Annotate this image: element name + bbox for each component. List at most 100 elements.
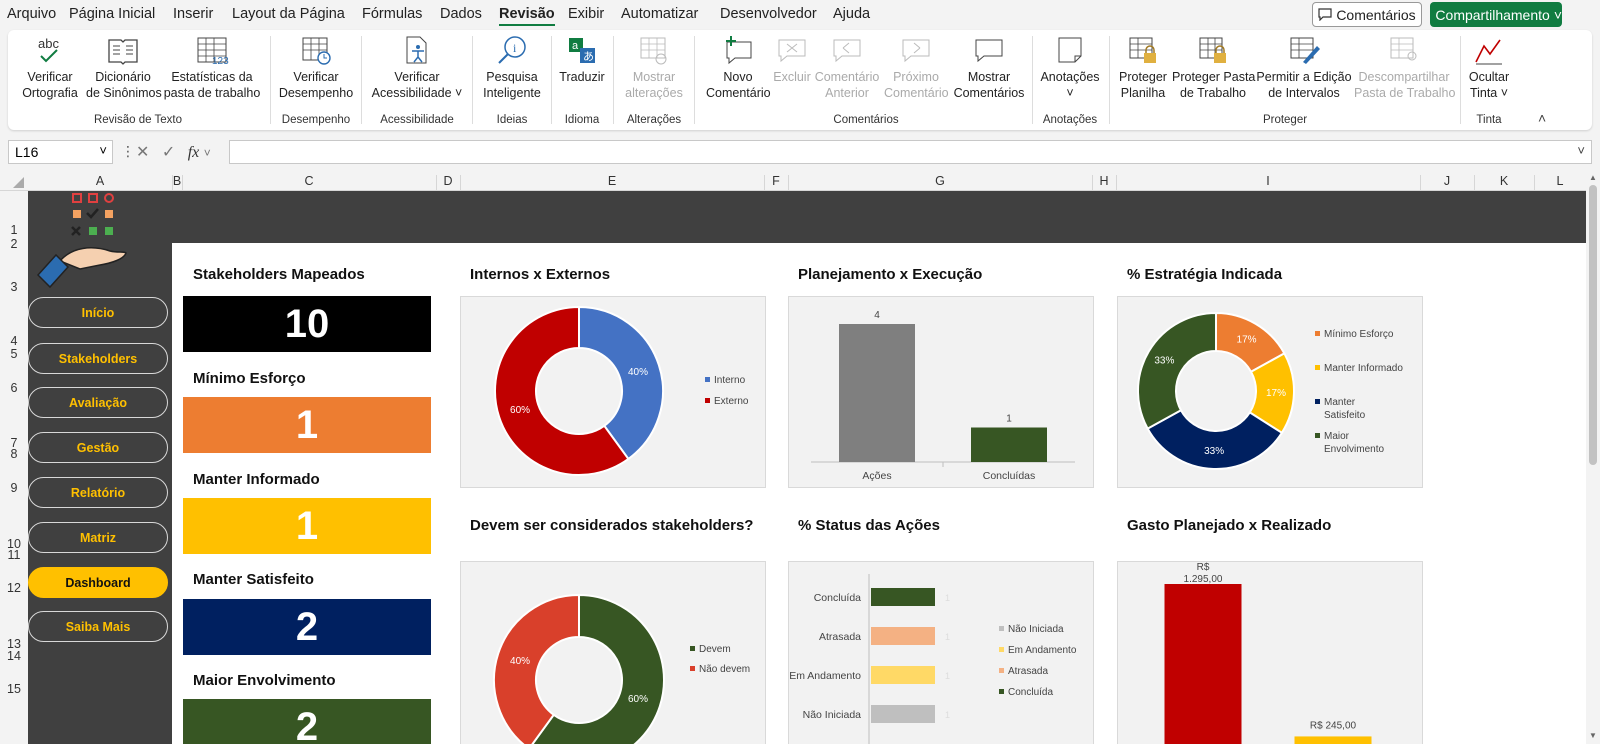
chart-gasto-planejado[interactable]: R$ 1.295,00 R$ 245,00 — [1117, 561, 1423, 744]
kpi-value: 1 — [183, 397, 431, 453]
kpi-value: 1 — [183, 498, 431, 554]
row-header[interactable]: 6 — [0, 381, 28, 395]
column-header[interactable]: F — [764, 174, 788, 188]
show-comments-button[interactable]: Mostrar Comentários — [952, 34, 1026, 101]
row-header[interactable]: 9 — [0, 481, 28, 495]
kpi-title: Manter Satisfeito — [193, 571, 314, 588]
column-header[interactable]: I — [1116, 174, 1420, 188]
accessibility-button[interactable]: Verificar Acessibilidade ˅ — [370, 34, 464, 101]
select-all-icon[interactable] — [0, 173, 28, 191]
comments-button[interactable]: Comentários — [1312, 2, 1422, 27]
menu-ajuda[interactable]: Ajuda — [833, 6, 870, 22]
chart-devem-considerados[interactable]: 60% 40% Devem Não devem — [460, 561, 766, 744]
menu-revisao[interactable]: Revisão — [499, 6, 555, 26]
share-label: Compartilhamento — [1435, 6, 1550, 23]
vertical-scrollbar[interactable]: ▲ ▼ — [1586, 173, 1600, 744]
data-label: 1 — [1006, 414, 1012, 425]
delete-comment-button[interactable]: Excluir — [772, 34, 812, 85]
insert-function-button[interactable]: fx — [188, 144, 200, 161]
row-header[interactable]: 2 — [0, 237, 28, 251]
collapse-ribbon-icon[interactable]: ˄ — [1538, 110, 1546, 126]
enter-icon[interactable]: ✓ — [162, 144, 175, 161]
column-header[interactable]: B — [172, 174, 182, 188]
svg-text:あ: あ — [583, 50, 594, 63]
protect-workbook-button[interactable]: Proteger Pasta de Trabalho — [1172, 34, 1255, 101]
column-header[interactable]: D — [436, 174, 460, 188]
row-header[interactable]: 4 — [0, 334, 28, 348]
previous-comment-button[interactable]: Comentário Anterior — [814, 34, 880, 101]
row-header[interactable]: 1 — [0, 223, 28, 237]
nav-relatorio-button[interactable]: Relatório — [28, 477, 168, 508]
legend-label: Interno — [714, 375, 746, 386]
row-header[interactable]: 11 — [0, 548, 28, 562]
chart-title: Planejamento x Execução — [798, 266, 983, 283]
notes-button[interactable]: Anotações ˅ — [1038, 34, 1102, 101]
menu-inserir[interactable]: Inserir — [173, 6, 213, 22]
column-header[interactable]: G — [788, 174, 1092, 188]
name-box[interactable]: L16 ˅ — [8, 140, 113, 164]
cancel-icon[interactable]: ✕ — [136, 144, 149, 161]
previous-comment-icon — [833, 39, 861, 63]
scrollbar-thumb[interactable] — [1589, 185, 1597, 465]
row-header[interactable]: 15 — [0, 682, 28, 696]
column-header[interactable]: L — [1534, 174, 1586, 188]
thesaurus-button[interactable]: Dicionário de Sinônimos — [86, 34, 162, 101]
new-comment-icon — [726, 36, 752, 65]
chart-planejamento-execucao[interactable]: 4 Ações 1 Concluídas — [788, 296, 1094, 488]
translate-button[interactable]: aあ Traduzir — [556, 34, 608, 85]
menu-layout[interactable]: Layout da Página — [232, 6, 345, 22]
column-header[interactable]: J — [1420, 174, 1474, 188]
scroll-up-icon[interactable]: ▲ — [1589, 173, 1597, 182]
nav-stakeholders-button[interactable]: Stakeholders — [28, 343, 168, 374]
unshare-workbook-button[interactable]: Descompartilhar Pasta de Trabalho — [1354, 34, 1455, 101]
show-changes-icon — [640, 37, 667, 65]
menu-automatizar[interactable]: Automatizar — [621, 6, 698, 22]
next-comment-button[interactable]: Próximo Comentário — [884, 34, 949, 101]
row-header[interactable]: 14 — [0, 649, 28, 663]
row-header[interactable]: 8 — [0, 447, 28, 461]
column-header[interactable]: E — [460, 174, 764, 188]
nav-saiba-mais-button[interactable]: Saiba Mais — [28, 611, 168, 642]
menu-pagina-inicial[interactable]: Página Inicial — [69, 6, 155, 22]
row-header[interactable]: 12 — [0, 581, 28, 595]
formula-input[interactable]: ˅ — [229, 140, 1592, 164]
nav-gestao-button[interactable]: Gestão — [28, 432, 168, 463]
menu-desenvolvedor[interactable]: Desenvolvedor — [720, 6, 817, 22]
menu-arquivo[interactable]: Arquivo — [7, 6, 56, 22]
expand-formula-icon[interactable]: ˅ — [1577, 143, 1585, 158]
chart-title: % Status das Ações — [798, 517, 940, 534]
scroll-down-icon[interactable]: ▼ — [1589, 731, 1597, 740]
menu-dados[interactable]: Dados — [440, 6, 482, 22]
nav-avaliacao-button[interactable]: Avaliação — [28, 387, 168, 418]
menu-formulas[interactable]: Fórmulas — [362, 6, 422, 22]
nav-matriz-button[interactable]: Matriz — [28, 522, 168, 553]
row-header[interactable]: 5 — [0, 347, 28, 361]
smart-lookup-button[interactable]: i Pesquisa Inteligente — [478, 34, 546, 101]
protect-sheet-button[interactable]: Proteger Planilha — [1116, 34, 1170, 101]
chart-status-acoes[interactable]: Concluída 1 Atrasada 1 Em Andamento 1 Não Inic… — [788, 561, 1094, 744]
performance-button[interactable]: Verificar Desempenho — [278, 34, 354, 101]
row-header[interactable]: 3 — [0, 280, 28, 294]
allow-edit-ranges-button[interactable]: Permitir a Edição de Intervalos — [1256, 34, 1352, 101]
legend-label: Atrasada — [1008, 666, 1048, 677]
data-label: 4 — [874, 310, 880, 321]
chart-estrategia-indicada[interactable]: 17% 17% 33% 33% Mínimo Esforço Manter Informa… — [1117, 296, 1423, 488]
kpi-value: 10 — [183, 296, 431, 352]
group-desempenho: Desempenho — [281, 114, 351, 126]
column-header[interactable]: K — [1474, 174, 1534, 188]
nav-inicio-button[interactable]: Início — [28, 297, 168, 328]
new-comment-button[interactable]: Novo Comentário — [706, 34, 771, 101]
share-button[interactable]: Compartilhamento ˅ — [1430, 2, 1562, 27]
hide-ink-button[interactable]: Ocultar Tinta ˅ — [1464, 34, 1514, 101]
workbook-stats-button[interactable]: 123 Estatísticas da pasta de trabalho — [163, 34, 261, 101]
show-changes-button[interactable]: Mostrar alterações — [620, 34, 688, 101]
column-header[interactable]: A — [28, 174, 172, 188]
spellcheck-button[interactable]: abc Verificar Ortografia — [22, 34, 78, 101]
nav-dashboard-button[interactable]: Dashboard — [28, 567, 168, 598]
menu-exibir[interactable]: Exibir — [568, 6, 604, 22]
legend-swatch — [705, 377, 710, 382]
legend-label: Mínimo Esforço — [1324, 329, 1394, 340]
column-header[interactable]: C — [182, 174, 436, 188]
column-header[interactable]: H — [1092, 174, 1116, 188]
chart-internos-externos[interactable]: 40% 60% Interno Externo — [460, 296, 766, 488]
